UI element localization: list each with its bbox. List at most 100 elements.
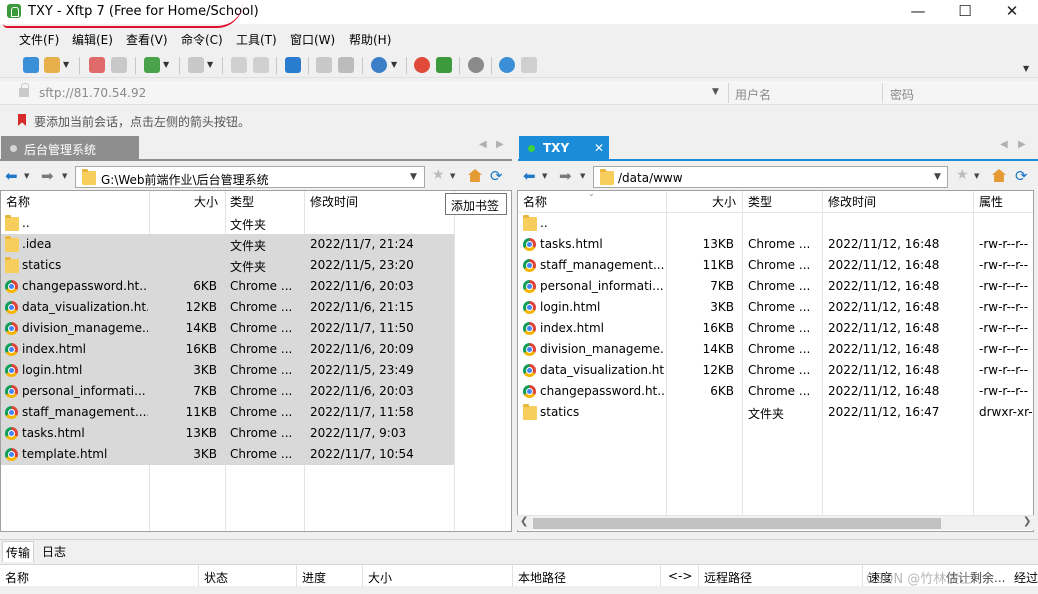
bookmark-icon[interactable] — [18, 114, 26, 126]
chevron-down-icon[interactable]: ▼ — [207, 60, 213, 69]
username-field[interactable]: 用户名 — [735, 86, 771, 103]
remote-path-input[interactable]: /data/www ▼ — [593, 166, 948, 188]
transfer-col-local-path[interactable]: 本地路径 — [518, 569, 566, 586]
file-row[interactable]: login.html 3KB Chrome ... 2022/11/5, 23:49 — [1, 360, 454, 381]
tab-scroll-left-icon[interactable]: ◀ — [1000, 139, 1008, 150]
close-tab-icon[interactable]: ✕ — [594, 141, 604, 155]
chevron-down-icon[interactable]: ▼ — [974, 172, 979, 180]
chevron-down-icon[interactable]: ▼ — [391, 60, 397, 69]
column-header-name[interactable]: 名称 — [6, 191, 30, 211]
chevron-down-icon[interactable]: ▼ — [712, 87, 719, 97]
file-row[interactable]: tasks.html 13KB Chrome ... 2022/11/7, 9:03 — [1, 423, 454, 444]
new-session-icon[interactable] — [23, 57, 39, 73]
chevron-down-icon[interactable]: ▼ — [542, 172, 547, 180]
chevron-down-icon[interactable]: ▼ — [24, 172, 29, 180]
file-row[interactable]: staff_management.... 11KB Chrome ... 2022/1… — [518, 255, 1033, 276]
scroll-right-icon[interactable]: ❯ — [1023, 516, 1031, 527]
star-icon[interactable]: ★ — [432, 167, 445, 183]
column-header-size[interactable]: 大小 — [194, 191, 218, 211]
column-header-attributes[interactable]: 属性 — [979, 191, 1003, 211]
file-row[interactable]: personal_informati... 7KB Chrome ... 2022/1… — [1, 381, 454, 402]
xshell-icon[interactable] — [414, 57, 430, 73]
menu-view[interactable]: 查看(V) — [126, 31, 168, 48]
horizontal-scrollbar[interactable]: ❮ ❯ — [517, 515, 1034, 530]
file-row[interactable]: statics 文件夹 2022/11/5, 23:20 — [1, 255, 454, 276]
file-row[interactable]: tasks.html 13KB Chrome ... 2022/11/12, 16:4… — [518, 234, 1033, 255]
copy-icon[interactable] — [231, 57, 247, 73]
address-input[interactable]: sftp://81.70.54.92 — [39, 86, 146, 100]
forward-arrow-icon[interactable]: ➡ — [559, 167, 572, 185]
file-row[interactable]: division_manageme... 14KB Chrome ... 2022/1… — [518, 339, 1033, 360]
chevron-down-icon[interactable]: ▼ — [934, 172, 941, 182]
forward-arrow-icon[interactable]: ➡ — [41, 167, 54, 185]
local-file-list[interactable]: 名称 大小 类型 修改时间 .. 文件夹 .idea 文件夹 2022/11/7, 21… — [0, 190, 512, 532]
file-row[interactable]: data_visualization.ht... 12KB Chrome ... 20… — [518, 360, 1033, 381]
chevron-down-icon[interactable]: ▼ — [580, 172, 585, 180]
password-field[interactable]: 密码 — [890, 86, 914, 103]
transfer-col-direction[interactable]: <-> — [668, 569, 692, 583]
file-row[interactable]: template.html 3KB Chrome ... 2022/11/7, 10:… — [1, 444, 454, 465]
file-row[interactable]: division_manageme... 14KB Chrome ... 2022/1… — [1, 318, 454, 339]
tab-local-session[interactable]: 后台管理系统 — [1, 136, 139, 160]
home-icon[interactable] — [468, 169, 482, 182]
xftp-icon[interactable] — [436, 57, 452, 73]
scroll-left-icon[interactable]: ❮ — [520, 516, 528, 527]
back-arrow-icon[interactable]: ⬅ — [5, 167, 18, 185]
gear-icon[interactable] — [468, 57, 484, 73]
transfer-col-size[interactable]: 大小 — [368, 569, 392, 586]
back-arrow-icon[interactable]: ⬅ — [523, 167, 536, 185]
scrollbar-thumb[interactable] — [533, 518, 941, 529]
transfer-col-progress[interactable]: 进度 — [302, 569, 326, 586]
open-folder-icon[interactable] — [44, 57, 60, 73]
column-header-modified[interactable]: 修改时间 — [310, 191, 358, 211]
tab-scroll-right-icon[interactable]: ▶ — [496, 139, 504, 150]
tab-transfers[interactable]: 传输 — [2, 541, 35, 562]
tab-scroll-left-icon[interactable]: ◀ — [479, 139, 487, 150]
transfer-col-name[interactable]: 名称 — [5, 569, 29, 586]
file-row[interactable]: .. 文件夹 — [1, 213, 454, 234]
sync-icon[interactable] — [285, 57, 301, 73]
file-row[interactable]: changepassword.ht... 6KB Chrome ... 2022/11… — [1, 276, 454, 297]
disconnect-icon[interactable] — [111, 57, 127, 73]
transfer-col-elapsed[interactable]: 经过 — [1014, 569, 1038, 586]
print-icon[interactable] — [316, 57, 332, 73]
column-header-name[interactable]: 名称 — [523, 191, 547, 211]
menu-help[interactable]: 帮助(H) — [349, 31, 391, 48]
reconnect-icon[interactable] — [89, 57, 105, 73]
chevron-down-icon[interactable]: ▼ — [450, 172, 455, 180]
column-header-type[interactable]: 类型 — [748, 191, 772, 211]
file-row[interactable]: index.html 16KB Chrome ... 2022/11/6, 20:09 — [1, 339, 454, 360]
chat-icon[interactable] — [521, 57, 537, 73]
remote-file-list[interactable]: 名称 大小 类型 修改时间 属性 ⌄ .. tasks.html 13KB Chrom… — [517, 190, 1034, 532]
menu-command[interactable]: 命令(C) — [181, 31, 223, 48]
file-row[interactable]: personal_informati... 7KB Chrome ... 2022/1… — [518, 276, 1033, 297]
tab-log[interactable]: 日志 — [42, 543, 66, 560]
menu-tools[interactable]: 工具(T) — [236, 31, 277, 48]
minimize-button[interactable]: — — [895, 0, 941, 24]
help-icon[interactable] — [499, 57, 515, 73]
menu-window[interactable]: 窗口(W) — [290, 31, 335, 48]
file-row[interactable]: .idea 文件夹 2022/11/7, 21:24 — [1, 234, 454, 255]
close-button[interactable]: ✕ — [989, 0, 1035, 24]
home-icon[interactable] — [992, 169, 1006, 182]
star-icon[interactable]: ★ — [956, 167, 969, 183]
new-folder-icon[interactable] — [144, 57, 160, 73]
column-header-modified[interactable]: 修改时间 — [828, 191, 876, 211]
chevron-down-icon[interactable]: ▼ — [410, 172, 417, 182]
transfer-col-remote-path[interactable]: 远程路径 — [704, 569, 752, 586]
refresh-icon[interactable]: ⟳ — [1015, 167, 1028, 185]
menu-file[interactable]: 文件(F) — [19, 31, 59, 48]
column-header-size[interactable]: 大小 — [712, 191, 736, 211]
tab-scroll-right-icon[interactable]: ▶ — [1018, 139, 1026, 150]
file-row[interactable]: changepassword.ht... 6KB Chrome ... 2022/11… — [518, 381, 1033, 402]
refresh-icon[interactable]: ⟳ — [490, 167, 503, 185]
chevron-down-icon[interactable]: ▼ — [63, 60, 69, 69]
terminal-icon[interactable] — [188, 57, 204, 73]
file-row[interactable]: index.html 16KB Chrome ... 2022/11/12, 16:4… — [518, 318, 1033, 339]
file-row[interactable]: statics 文件夹 2022/11/12, 16:47 drwxr-xr-x — [518, 402, 1033, 423]
local-path-input[interactable]: G:\Web前端作业\后台管理系统 ▼ — [75, 166, 425, 188]
file-row[interactable]: .. — [518, 213, 1033, 234]
menu-edit[interactable]: 编辑(E) — [72, 31, 113, 48]
chevron-down-icon[interactable]: ▼ — [163, 60, 169, 69]
properties-icon[interactable] — [338, 57, 354, 73]
